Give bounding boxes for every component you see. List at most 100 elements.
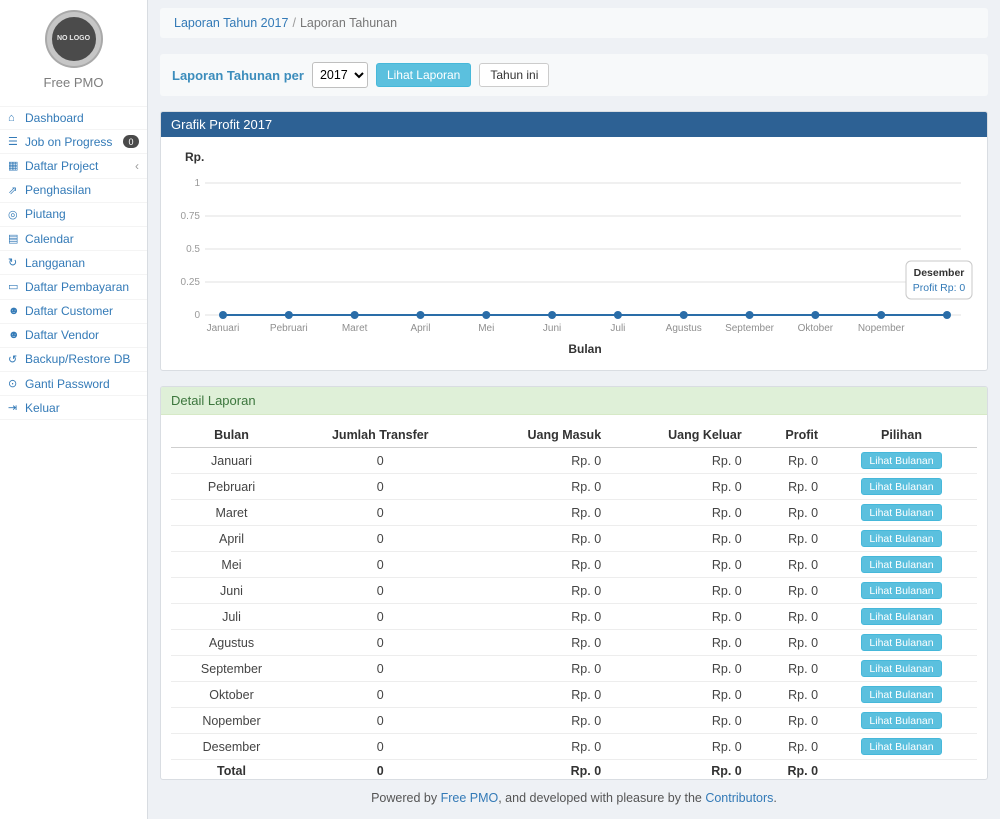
table-cell: 0 <box>292 708 469 734</box>
sidebar-item-label: Daftar Project <box>25 159 135 173</box>
x-tick-label: Januari <box>207 323 240 334</box>
table-cell: 0 <box>292 682 469 708</box>
job-count-badge: 0 <box>123 135 139 148</box>
action-cell: Lihat Bulanan <box>826 604 977 630</box>
brand-name: Free PMO <box>0 75 147 90</box>
x-tick-label: Mei <box>478 323 494 334</box>
lihat-bulanan-button[interactable]: Lihat Bulanan <box>861 478 941 495</box>
y-tick-label: 1 <box>194 178 200 189</box>
footer-text-middle: , and developed with pleasure by the <box>498 791 705 805</box>
footer-brand-link[interactable]: Free PMO <box>441 791 499 805</box>
chart-point <box>219 311 227 319</box>
breadcrumb: Laporan Tahun 2017/Laporan Tahunan <box>160 8 988 38</box>
sidebar-item-daftar-customer[interactable]: ☻Daftar Customer <box>0 300 147 324</box>
table-row: April0Rp. 0Rp. 0Rp. 0Lihat Bulanan <box>171 526 977 552</box>
lihat-bulanan-button[interactable]: Lihat Bulanan <box>861 634 941 651</box>
sidebar-item-langganan[interactable]: ↻Langganan <box>0 251 147 275</box>
sidebar-item-daftar-vendor[interactable]: ☻Daftar Vendor <box>0 324 147 348</box>
chart-point <box>614 311 622 319</box>
sidebar-item-label: Daftar Vendor <box>25 328 139 342</box>
table-cell: 0 <box>292 500 469 526</box>
table-cell: Rp. 0 <box>750 656 826 682</box>
table-row: Juni0Rp. 0Rp. 0Rp. 0Lihat Bulanan <box>171 578 977 604</box>
table-cell: Agustus <box>171 630 292 656</box>
chart-point <box>877 311 885 319</box>
payments-icon: ▭ <box>8 280 25 293</box>
sidebar: NO LOGO Free PMO ⌂Dashboard☰Job on Progr… <box>0 0 148 819</box>
lihat-bulanan-button[interactable]: Lihat Bulanan <box>861 556 941 573</box>
total-row: Total0Rp. 0Rp. 0Rp. 0 <box>171 760 977 780</box>
project-icon: ▦ <box>8 159 25 172</box>
lihat-bulanan-button[interactable]: Lihat Bulanan <box>861 504 941 521</box>
sidebar-item-label: Penghasilan <box>25 183 139 197</box>
sidebar-item-penghasilan[interactable]: ⇗Penghasilan <box>0 179 147 203</box>
sidebar-item-label: Keluar <box>25 401 139 415</box>
breadcrumb-link-year[interactable]: Laporan Tahun 2017 <box>174 16 288 30</box>
table-cell: Rp. 0 <box>609 526 750 552</box>
chart-point <box>943 311 951 319</box>
profit-chart-panel: Grafik Profit 2017 00.250.50.751Rp.Janua… <box>160 111 988 371</box>
table-cell: Total <box>171 760 292 780</box>
subscription-icon: ↻ <box>8 256 25 269</box>
lihat-bulanan-button[interactable]: Lihat Bulanan <box>861 660 941 677</box>
table-cell: Rp. 0 <box>609 474 750 500</box>
table-row: Agustus0Rp. 0Rp. 0Rp. 0Lihat Bulanan <box>171 630 977 656</box>
tooltip-value: Profit Rp: 0 <box>913 282 966 294</box>
table-cell: 0 <box>292 526 469 552</box>
sidebar-item-backup-restore-db[interactable]: ↺Backup/Restore DB <box>0 348 147 372</box>
chart-point <box>482 311 490 319</box>
table-cell: Desember <box>171 734 292 760</box>
footer-contributors-link[interactable]: Contributors <box>705 791 773 805</box>
lihat-bulanan-button[interactable]: Lihat Bulanan <box>861 686 941 703</box>
customers-icon: ☻ <box>8 305 25 317</box>
sidebar-item-daftar-pembayaran[interactable]: ▭Daftar Pembayaran <box>0 275 147 299</box>
table-cell: Rp. 0 <box>469 630 610 656</box>
sidebar-item-label: Backup/Restore DB <box>25 352 139 366</box>
sidebar-item-dashboard[interactable]: ⌂Dashboard <box>0 106 147 130</box>
detail-report-panel: Detail Laporan BulanJumlah TransferUang … <box>160 386 988 780</box>
sidebar-item-ganti-password[interactable]: ⊙Ganti Password <box>0 372 147 396</box>
table-cell: Rp. 0 <box>750 734 826 760</box>
column-header: Pilihan <box>826 423 977 448</box>
x-tick-label: Nopember <box>858 323 905 334</box>
lihat-bulanan-button[interactable]: Lihat Bulanan <box>861 530 941 547</box>
table-cell: 0 <box>292 578 469 604</box>
tahun-ini-button[interactable]: Tahun ini <box>479 63 549 87</box>
table-cell: Rp. 0 <box>469 708 610 734</box>
table-cell: Rp. 0 <box>609 448 750 474</box>
lihat-bulanan-button[interactable]: Lihat Bulanan <box>861 738 941 755</box>
table-cell: April <box>171 526 292 552</box>
footer-text-suffix: . <box>773 791 776 805</box>
chart-panel-title: Grafik Profit 2017 <box>161 112 987 137</box>
table-cell: Rp. 0 <box>609 734 750 760</box>
detail-panel-title: Detail Laporan <box>161 387 987 415</box>
year-select[interactable]: 2017 <box>312 62 368 88</box>
lihat-bulanan-button[interactable]: Lihat Bulanan <box>861 712 941 729</box>
sidebar-item-calendar[interactable]: ▤Calendar <box>0 227 147 251</box>
x-tick-label: September <box>725 323 775 334</box>
table-cell: Rp. 0 <box>609 578 750 604</box>
table-cell: Rp. 0 <box>469 760 610 780</box>
chart-point <box>811 311 819 319</box>
tasks-icon: ☰ <box>8 135 25 148</box>
sidebar-item-daftar-project[interactable]: ▦Daftar Project‹ <box>0 154 147 178</box>
table-cell: Rp. 0 <box>750 682 826 708</box>
table-cell: Rp. 0 <box>750 552 826 578</box>
logout-icon: ⇥ <box>8 401 25 414</box>
lihat-laporan-button[interactable]: Lihat Laporan <box>376 63 471 87</box>
sidebar-item-keluar[interactable]: ⇥Keluar <box>0 396 147 420</box>
action-cell: Lihat Bulanan <box>826 708 977 734</box>
lihat-bulanan-button[interactable]: Lihat Bulanan <box>861 582 941 599</box>
action-cell: Lihat Bulanan <box>826 682 977 708</box>
x-tick-label: Oktober <box>798 323 834 334</box>
table-cell: September <box>171 656 292 682</box>
sidebar-item-label: Calendar <box>25 232 139 246</box>
sidebar-item-piutang[interactable]: ◎Piutang <box>0 203 147 227</box>
chart-point <box>416 311 424 319</box>
footer-text-prefix: Powered by <box>371 791 440 805</box>
lihat-bulanan-button[interactable]: Lihat Bulanan <box>861 608 941 625</box>
sidebar-item-job-on-progress[interactable]: ☰Job on Progress0 <box>0 130 147 154</box>
footer: Powered by Free PMO, and developed with … <box>148 780 1000 819</box>
lihat-bulanan-button[interactable]: Lihat Bulanan <box>861 452 941 469</box>
vendors-icon: ☻ <box>8 329 25 341</box>
